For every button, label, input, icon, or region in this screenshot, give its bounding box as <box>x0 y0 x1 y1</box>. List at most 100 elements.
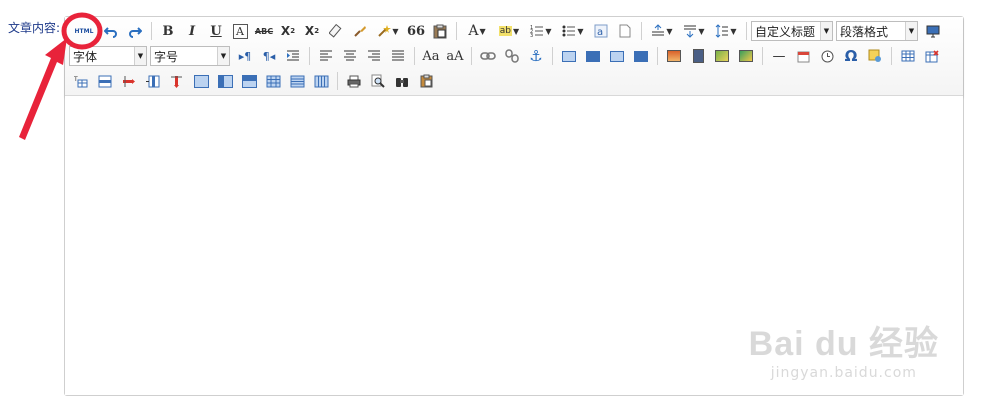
rtl-direction-button[interactable]: ¶◂ <box>258 45 280 67</box>
toolbar-separator <box>151 22 152 40</box>
html-source-button[interactable]: HTML <box>70 20 98 42</box>
at-image-icon: a <box>594 24 608 38</box>
anchor-icon: ⚓ <box>529 47 543 65</box>
subscript-label: X <box>304 24 315 38</box>
image-left-button[interactable] <box>582 45 604 67</box>
link-button[interactable] <box>477 45 499 67</box>
unlink-button[interactable] <box>501 45 523 67</box>
superscript-mark: 2 <box>290 27 296 35</box>
new-page-button[interactable] <box>614 20 636 42</box>
paste-plain-button[interactable] <box>429 20 451 42</box>
svg-text:T: T <box>74 76 78 83</box>
image-right-button[interactable] <box>606 45 628 67</box>
insert-time-button[interactable] <box>816 45 838 67</box>
toolbar-separator <box>552 47 553 65</box>
custom-heading-select[interactable]: 自定义标题 ▼ <box>751 21 833 41</box>
image-none-button[interactable] <box>558 45 580 67</box>
image-right-icon <box>610 50 624 62</box>
editor-content-area[interactable]: Bai du 经验 jingyan.baidu.com <box>65 96 963 395</box>
line-height-button[interactable]: ▼ <box>711 20 741 42</box>
underline-button[interactable]: U <box>205 20 227 42</box>
align-left-button[interactable] <box>315 45 337 67</box>
magic-wand-icon <box>378 25 392 37</box>
merge-cells-button[interactable] <box>190 70 212 92</box>
chevron-down-icon: ▼ <box>577 26 584 36</box>
undo-button[interactable] <box>100 20 122 42</box>
search-replace-button[interactable] <box>391 70 413 92</box>
subscript-button[interactable]: X2 <box>301 20 323 42</box>
background-color-button[interactable]: ab ▼ <box>494 20 524 42</box>
insert-map-button[interactable] <box>735 45 757 67</box>
format-brush-button[interactable] <box>349 20 371 42</box>
strikethrough-button[interactable]: ABC <box>253 20 275 42</box>
image-center-button[interactable] <box>630 45 652 67</box>
anchor-button[interactable]: ⚓ <box>525 45 547 67</box>
insert-image-button[interactable] <box>663 45 685 67</box>
word-image-button[interactable]: a <box>590 20 612 42</box>
font-size-select[interactable]: 字号 ▼ <box>150 46 230 66</box>
fontborder-button[interactable]: A <box>229 20 251 42</box>
insert-table-button[interactable] <box>897 45 919 67</box>
rtl-icon: ¶◂ <box>262 49 276 63</box>
split-to-rows-button[interactable] <box>286 70 308 92</box>
toolbar-separator <box>456 22 457 40</box>
align-right-button[interactable] <box>363 45 385 67</box>
preview-search-button[interactable] <box>367 70 389 92</box>
insert-date-button[interactable] <box>792 45 814 67</box>
split-to-cells-button[interactable] <box>262 70 284 92</box>
gallery-icon <box>715 50 729 62</box>
unordered-list-button[interactable]: ▼ <box>558 20 588 42</box>
insert-column-button[interactable] <box>142 70 164 92</box>
clipboard-icon <box>433 24 447 38</box>
emotion-button[interactable] <box>864 45 886 67</box>
print-button[interactable] <box>343 70 365 92</box>
merge-down-button[interactable] <box>238 70 260 92</box>
font-color-button[interactable]: A ▼ <box>462 20 492 42</box>
special-chars-button[interactable]: Ω <box>840 45 862 67</box>
image-left-icon <box>586 50 600 62</box>
split-cells-icon <box>266 75 280 87</box>
link-icon <box>480 52 496 60</box>
paragraph-format-select[interactable]: 段落格式 ▼ <box>836 21 918 41</box>
to-uppercase-button[interactable]: Aa <box>420 45 442 67</box>
blockquote-button[interactable]: 66 <box>405 20 427 42</box>
insert-row-button[interactable] <box>94 70 116 92</box>
insert-video-button[interactable] <box>687 45 709 67</box>
italic-button[interactable]: I <box>181 20 203 42</box>
insert-paragraph-before-table-button[interactable]: T <box>70 70 92 92</box>
delete-row-button[interactable] <box>118 70 140 92</box>
toolbar-separator <box>657 47 658 65</box>
indent-button[interactable] <box>282 45 304 67</box>
image-center-icon <box>634 50 648 62</box>
delete-table-button[interactable] <box>921 45 943 67</box>
split-to-cols-button[interactable] <box>310 70 332 92</box>
row-spacing-top-button[interactable]: ▼ <box>647 20 677 42</box>
bold-button[interactable]: B <box>157 20 179 42</box>
superscript-button[interactable]: X2 <box>277 20 299 42</box>
preview-button[interactable] <box>922 20 944 42</box>
merge-right-button[interactable] <box>214 70 236 92</box>
toolbar-row-3: T <box>69 69 438 93</box>
ordered-list-button[interactable]: 123 ▼ <box>526 20 556 42</box>
toolbar-separator <box>891 47 892 65</box>
row-spacing-bottom-button[interactable]: ▼ <box>679 20 709 42</box>
align-right-icon <box>368 50 380 61</box>
auto-typeset-button[interactable]: ▼ <box>373 20 403 42</box>
font-family-select[interactable]: 字体 ▼ <box>69 46 147 66</box>
chevron-down-icon: ▼ <box>217 47 229 65</box>
delete-column-button[interactable] <box>166 70 188 92</box>
eraser-button[interactable] <box>325 20 347 42</box>
ltr-direction-button[interactable]: ▸¶ <box>234 45 256 67</box>
brush-icon <box>354 26 366 37</box>
paragraph-table-icon: T <box>74 76 88 87</box>
rich-text-editor: HTML B I U A ABC X2 X2 ▼ 66 A ▼ ab ▼ 1 2… <box>64 16 964 396</box>
align-justify-button[interactable] <box>387 45 409 67</box>
insert-gallery-button[interactable] <box>711 45 733 67</box>
horizontal-rule-button[interactable]: — <box>768 45 790 67</box>
align-center-button[interactable] <box>339 45 361 67</box>
redo-button[interactable] <box>124 20 146 42</box>
to-lowercase-button[interactable]: aA <box>444 45 466 67</box>
map-icon <box>739 50 753 62</box>
font-family-value: 字体 <box>73 49 98 64</box>
draft-button[interactable] <box>415 70 437 92</box>
